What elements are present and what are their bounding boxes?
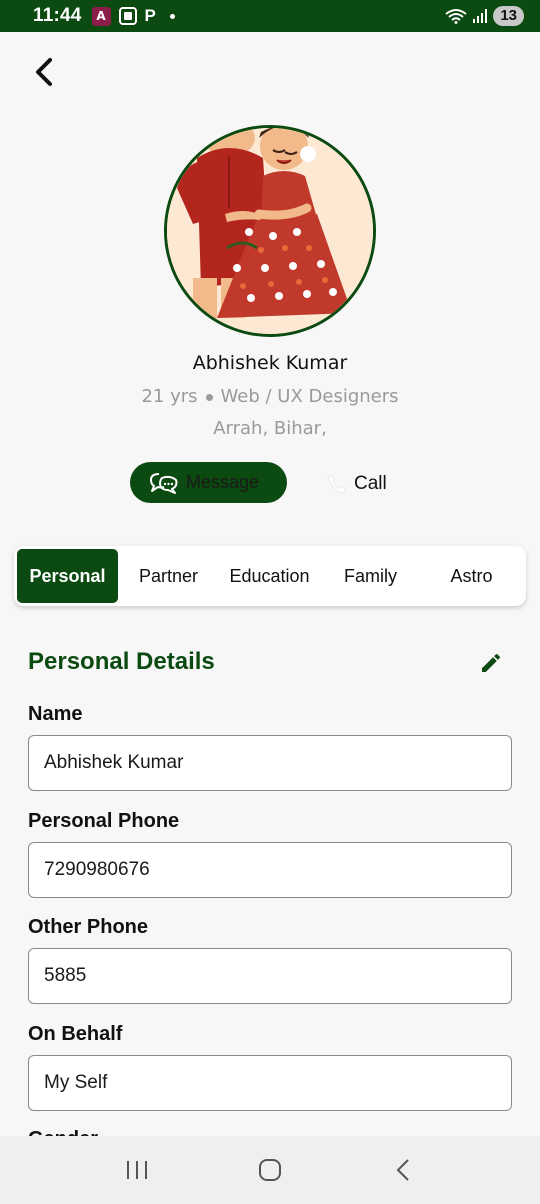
battery-indicator: 13 bbox=[493, 6, 524, 26]
nav-back-button[interactable] bbox=[373, 1145, 433, 1195]
name-field[interactable]: Abhishek Kumar bbox=[28, 735, 512, 791]
nav-back-icon bbox=[396, 1159, 410, 1181]
recents-icon bbox=[126, 1161, 147, 1179]
status-bar: 11:44 A P 13 bbox=[0, 0, 540, 32]
back-button[interactable] bbox=[26, 52, 62, 92]
screenshot-icon bbox=[118, 7, 137, 25]
call-button[interactable]: Call bbox=[326, 468, 387, 500]
call-button-label: Call bbox=[354, 473, 387, 494]
home-button[interactable] bbox=[240, 1145, 300, 1195]
parking-icon: P bbox=[144, 6, 156, 25]
personal-phone-field[interactable]: 7290980676 bbox=[28, 842, 512, 898]
tab-astro[interactable]: Astro bbox=[421, 549, 522, 603]
app-notification-icon: A bbox=[91, 6, 111, 26]
tab-education[interactable]: Education bbox=[219, 549, 320, 603]
profile-profession: Web / UX Designers bbox=[220, 386, 399, 407]
signal-icon bbox=[473, 9, 488, 23]
message-button[interactable]: Message bbox=[130, 462, 287, 503]
message-button-label: Message bbox=[186, 472, 260, 492]
system-nav-bar bbox=[0, 1136, 540, 1204]
home-icon bbox=[258, 1159, 281, 1181]
other-phone-field[interactable]: 5885 bbox=[28, 948, 512, 1004]
profile-age: 21 yrs bbox=[141, 386, 198, 407]
profile-tabs: Personal Partner Education Family Astro bbox=[14, 546, 526, 606]
profile-location: Arrah, Bihar, bbox=[213, 418, 327, 439]
status-icons-left: A P bbox=[91, 6, 175, 26]
status-icons-right: 13 bbox=[445, 6, 524, 26]
wifi-icon bbox=[445, 9, 467, 24]
edit-button[interactable] bbox=[476, 648, 506, 678]
chat-bubbles-icon bbox=[150, 472, 178, 494]
phone-icon bbox=[327, 474, 347, 494]
pencil-icon bbox=[482, 653, 501, 672]
on-behalf-label: On Behalf bbox=[28, 1023, 123, 1045]
separator-dot bbox=[205, 393, 213, 401]
couple-illustration bbox=[167, 128, 373, 334]
tab-family[interactable]: Family bbox=[320, 549, 421, 603]
profile-meta: 21 yrs Web / UX Designers bbox=[0, 386, 540, 407]
recents-button[interactable] bbox=[107, 1145, 167, 1195]
notification-dot-icon bbox=[169, 13, 175, 19]
status-time: 11:44 bbox=[33, 5, 82, 26]
back-arrow-icon bbox=[36, 58, 52, 86]
tab-personal[interactable]: Personal bbox=[17, 549, 118, 603]
on-behalf-field[interactable]: My Self bbox=[28, 1055, 512, 1111]
name-label: Name bbox=[28, 703, 83, 725]
tab-partner[interactable]: Partner bbox=[118, 549, 219, 603]
section-title: Personal Details bbox=[28, 648, 215, 675]
profile-avatar bbox=[164, 125, 376, 337]
other-phone-label: Other Phone bbox=[28, 916, 149, 938]
personal-phone-label: Personal Phone bbox=[28, 810, 180, 832]
profile-name: Abhishek Kumar bbox=[192, 352, 348, 374]
